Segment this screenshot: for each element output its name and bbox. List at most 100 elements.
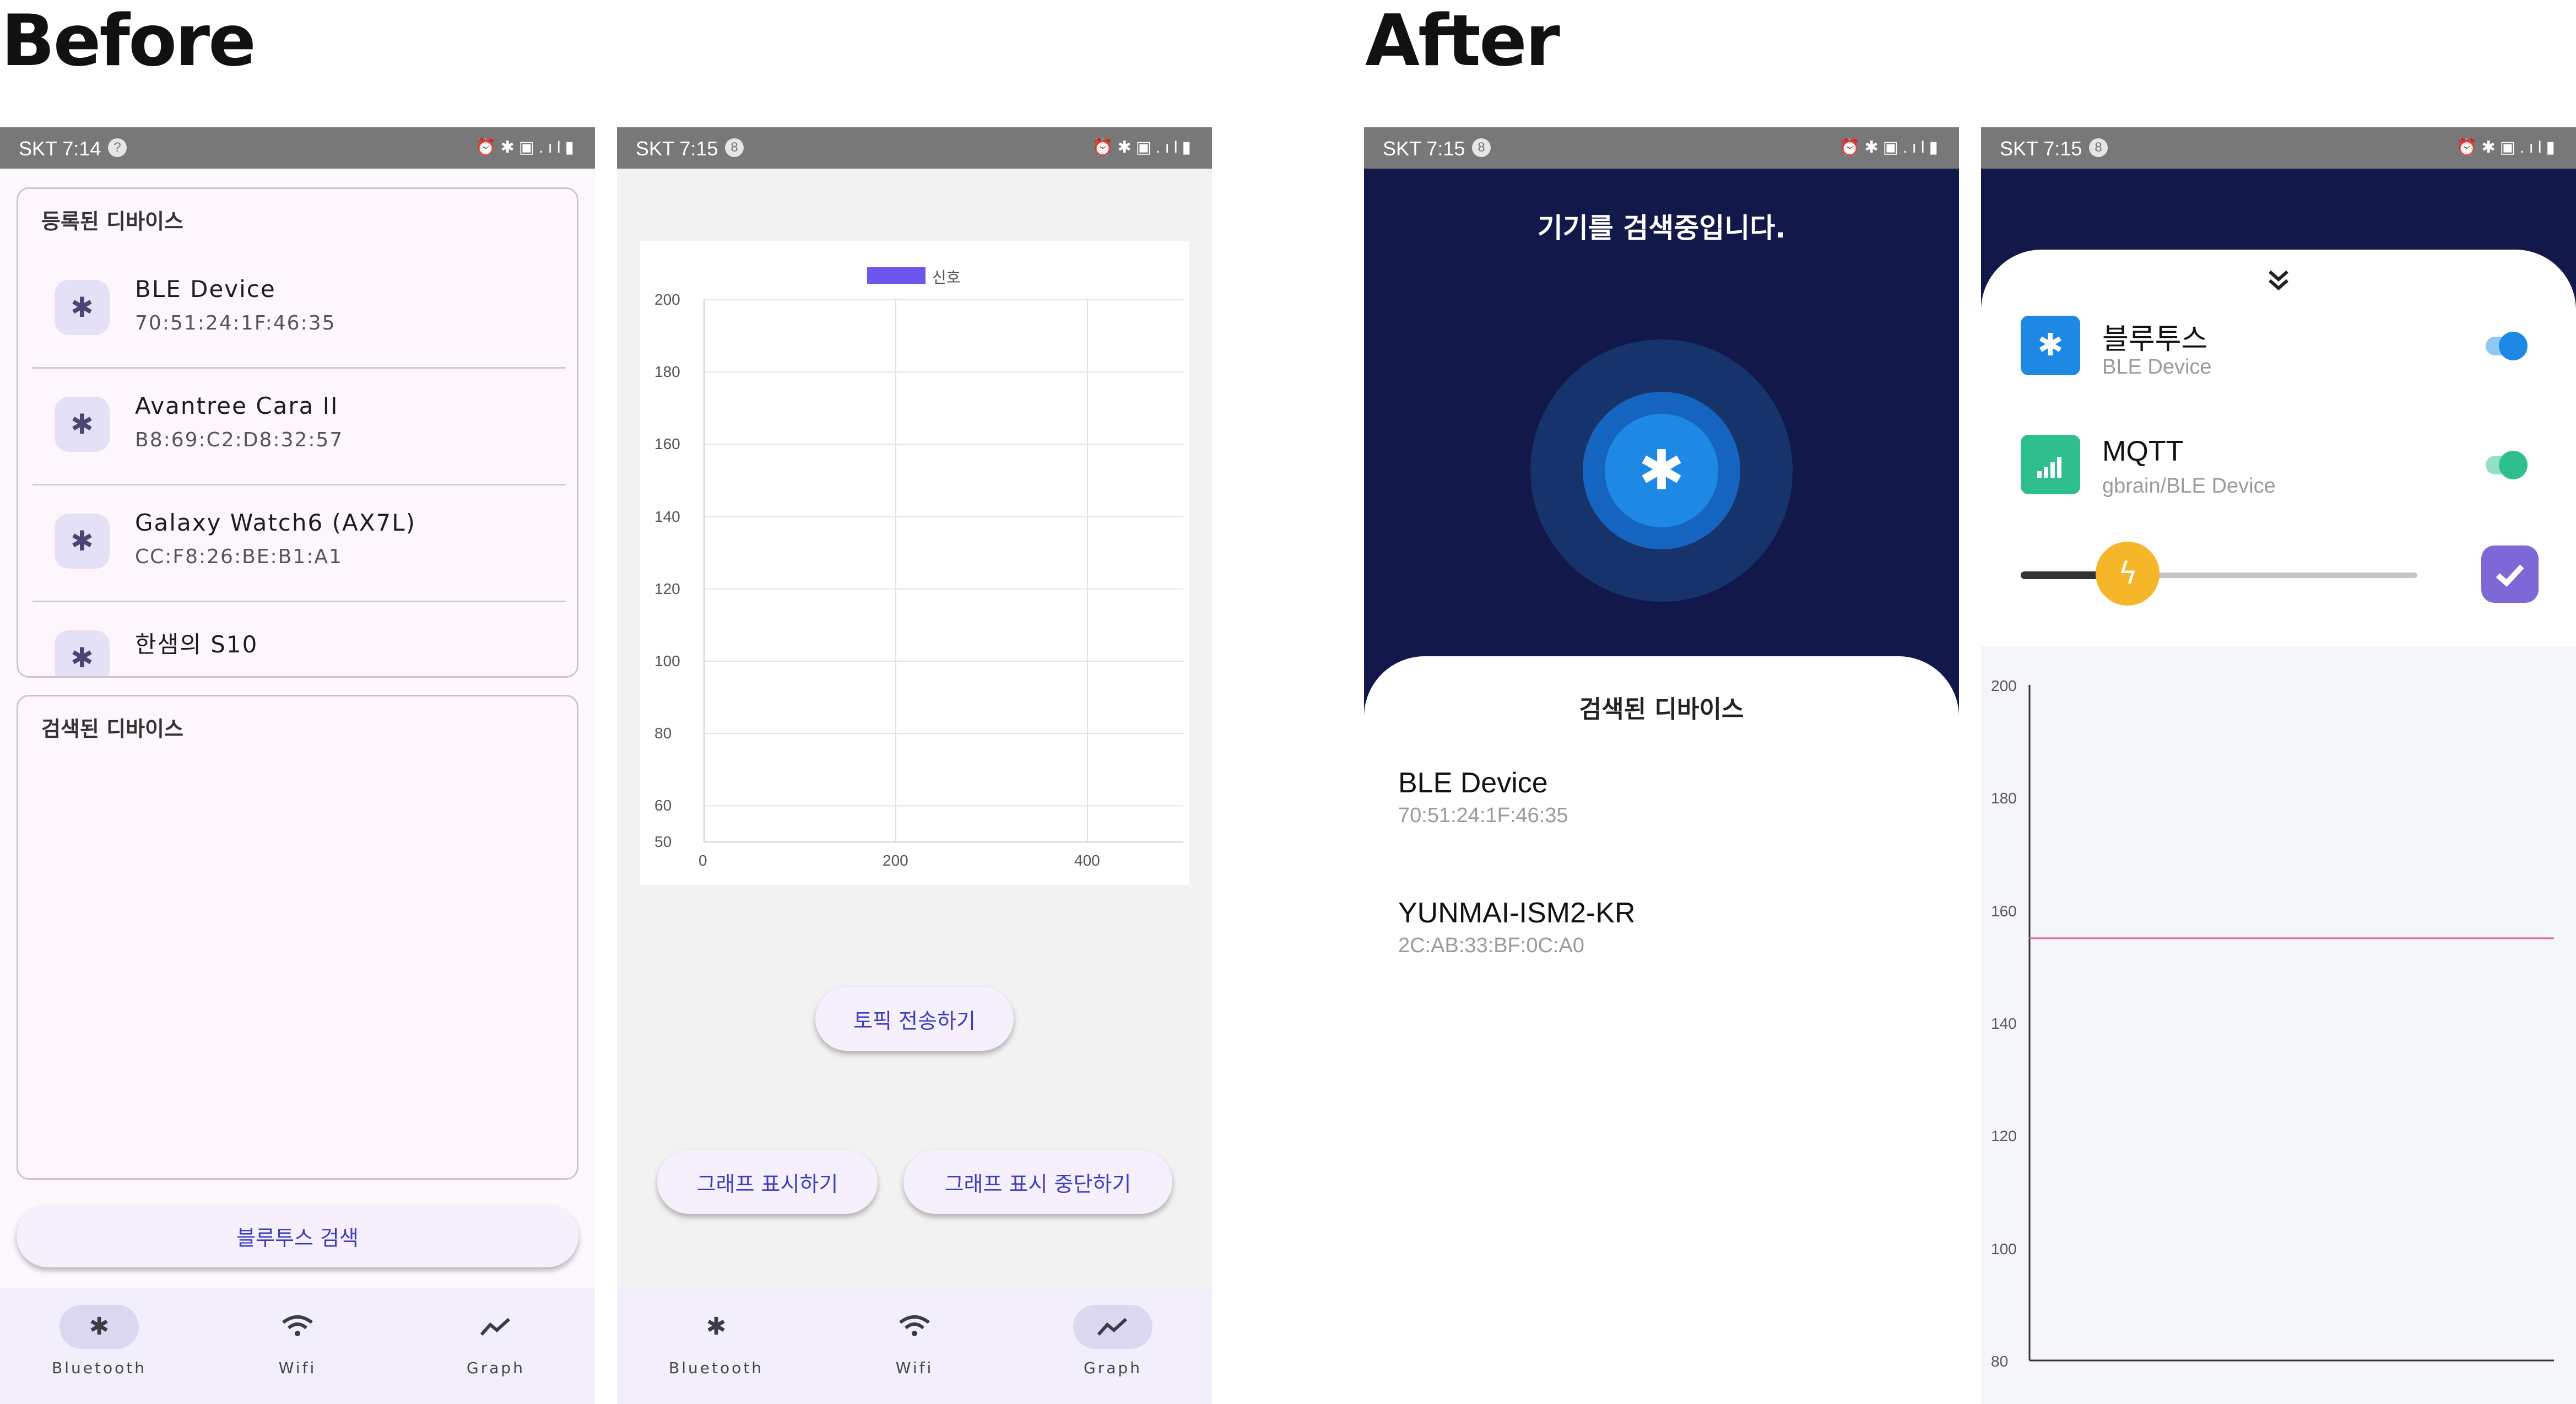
chart-legend-label: 신호 (932, 269, 961, 286)
device-mac: CC:F8:26:BE:B1:A1 (135, 546, 343, 568)
y-tick-label: 80 (654, 725, 672, 742)
status-time: SKT 7:14 (19, 137, 101, 160)
signal-bars-icon (2021, 435, 2080, 494)
y-tick-label: 100 (654, 652, 680, 669)
nav-label: Graph (1084, 1359, 1142, 1377)
notification-badge: 8 (725, 138, 744, 157)
bluetooth-icon: ✱ (55, 397, 110, 452)
notification-badge: ? (108, 138, 127, 157)
stop-graph-button[interactable]: 그래프 표시 중단하기 (903, 1150, 1172, 1214)
bluetooth-icon: ✱ (55, 514, 110, 569)
nav-label: Wifi (895, 1359, 934, 1377)
x-tick-label: 200 (883, 852, 908, 869)
y-tick-label: 200 (654, 291, 680, 308)
bluetooth-title: 블루투스 (2102, 323, 2208, 356)
wifi-icon (258, 1305, 337, 1349)
status-time: SKT 7:15 (1383, 137, 1465, 160)
device-name: Galaxy Watch6 (AX7L) (135, 509, 416, 536)
y-tick-label: 140 (1991, 1015, 2017, 1032)
bluetooth-row: ✱ 블루투스 BLE Device (1981, 316, 2576, 404)
status-time: SKT 7:15 (2000, 137, 2082, 160)
before-heading: Before (1, 0, 256, 82)
y-tick-label: 100 (1991, 1240, 2017, 1257)
graph-icon (1073, 1305, 1152, 1349)
y-tick-label: 60 (654, 797, 672, 814)
registered-devices-title: 등록된 디바이스 (41, 209, 183, 234)
status-bar: SKT 7:15 8 ⏰✱▣.ıl▮ (1981, 127, 2576, 169)
bottom-nav: ✱ Bluetooth Wifi Graph (0, 1288, 595, 1404)
bluetooth-icon: ✱ (2021, 316, 2080, 375)
toggle-knob (2499, 332, 2528, 360)
device-name: BLE Device (135, 276, 276, 303)
mqtt-title: MQTT (2102, 435, 2184, 467)
signal-chart: 신호 200 180 160 140 120 100 80 60 50 0 200 400 (640, 241, 1189, 885)
nav-graph[interactable]: Graph (1058, 1288, 1168, 1404)
status-icons: ⏰✱▣.ıl▮ (1839, 138, 1942, 156)
x-tick-label: 0 (699, 852, 707, 869)
after-heading: After (1365, 0, 1560, 82)
device-name: Avantree Cara II (135, 392, 339, 419)
status-icons: ⏰✱▣.ıl▮ (1092, 138, 1195, 156)
device-row[interactable]: ✱ Avantree Cara II B8:69:C2:D8:32:57 (33, 367, 566, 485)
nav-graph[interactable]: Graph (441, 1288, 551, 1404)
y-tick-label: 180 (1991, 790, 2017, 807)
status-icons: ⏰✱▣.ıl▮ (2456, 138, 2559, 156)
bluetooth-search-button[interactable]: 블루투스 검색 (17, 1205, 578, 1267)
y-tick-label: 160 (1991, 902, 2017, 920)
device-name: BLE Device (1398, 767, 1548, 799)
bluetooth-subtitle: BLE Device (2102, 355, 2212, 379)
check-icon[interactable] (2481, 546, 2539, 603)
device-row[interactable]: ✱ Galaxy Watch6 (AX7L) CC:F8:26:BE:B1:A1 (33, 484, 566, 602)
mqtt-toggle[interactable] (2486, 451, 2528, 479)
threshold-slider[interactable]: ϟ (2021, 542, 2417, 608)
device-mac: B8:69:C2:D8:32:57 (135, 429, 344, 451)
y-tick-label: 120 (654, 580, 680, 597)
device-mac: 70:51:24:1F:46:35 (135, 312, 336, 334)
device-row[interactable]: ✱ BLE Device 70:51:24:1F:46:35 (33, 250, 566, 369)
bottom-nav: ✱ Bluetooth Wifi Graph (617, 1288, 1212, 1404)
y-tick-label: 200 (1991, 677, 2017, 694)
screen-after-control: SKT 7:15 8 ⏰✱▣.ıl▮ ✱ 블루투스 BLE Device MQT… (1981, 127, 2576, 1404)
chevron-down-icon[interactable] (2262, 263, 2295, 296)
toggle-knob (2499, 451, 2528, 479)
searching-panel: 기기를 검색중입니다. ✱ (1364, 169, 1959, 742)
signal-chart-plot (703, 299, 1183, 843)
lightning-icon[interactable]: ϟ (2096, 542, 2160, 606)
found-device-row[interactable]: YUNMAI-ISM2-KR 2C:AB:33:BF:0C:A0 (1364, 897, 1959, 1007)
searched-devices-title: 검색된 디바이스 (41, 717, 183, 741)
found-devices-sheet: 검색된 디바이스 BLE Device 70:51:24:1F:46:35 YU… (1364, 656, 1959, 1404)
mqtt-row: MQTT gbrain/BLE Device (1981, 435, 2576, 523)
screen-after-searching: SKT 7:15 8 ⏰✱▣.ıl▮ 기기를 검색중입니다. ✱ 검색된 디바이… (1364, 127, 1959, 1404)
bluetooth-icon: ✱ (55, 280, 110, 335)
nav-wifi[interactable]: Wifi (859, 1288, 970, 1404)
show-graph-button[interactable]: 그래프 표시하기 (657, 1150, 878, 1214)
device-name: 한샘의 S10 (135, 631, 258, 658)
x-tick-label: 400 (1074, 852, 1100, 869)
found-device-row[interactable]: BLE Device 70:51:24:1F:46:35 (1364, 766, 1959, 877)
status-bar: SKT 7:15 8 ⏰✱▣.ıl▮ (617, 127, 1212, 169)
searched-devices-card: 검색된 디바이스 (17, 695, 578, 1180)
bluetooth-toggle[interactable] (2486, 332, 2528, 360)
nav-label: Graph (467, 1359, 525, 1377)
found-devices-title: 검색된 디바이스 (1579, 695, 1744, 723)
device-row[interactable]: ✱ 한샘의 S10 (33, 601, 566, 676)
send-topic-button[interactable]: 토픽 전송하기 (815, 987, 1014, 1051)
device-mac: 2C:AB:33:BF:0C:A0 (1398, 934, 1584, 957)
notification-badge: 8 (1472, 138, 1491, 157)
bluetooth-icon: ✱ (706, 1313, 727, 1341)
nav-bluetooth[interactable]: ✱ Bluetooth (44, 1288, 154, 1404)
notification-badge: 8 (2089, 138, 2108, 157)
bluetooth-icon: ✱ (59, 1305, 139, 1349)
screen-before-graph: SKT 7:15 8 ⏰✱▣.ıl▮ 신호 200 180 160 140 120 100… (617, 127, 1212, 1404)
control-sheet: ✱ 블루투스 BLE Device MQTT gbrain/BLE Device… (1981, 250, 2576, 646)
nav-wifi[interactable]: Wifi (242, 1288, 353, 1404)
y-tick-label: 160 (654, 435, 680, 453)
mqtt-subtitle: gbrain/BLE Device (2102, 474, 2276, 498)
nav-label: Bluetooth (669, 1359, 764, 1377)
searching-title: 기기를 검색중입니다. (1537, 212, 1786, 244)
wifi-icon (875, 1305, 954, 1349)
nav-bluetooth[interactable]: ✱ Bluetooth (661, 1288, 771, 1404)
registered-devices-card: 등록된 디바이스 ✱ BLE Device 70:51:24:1F:46:35 … (17, 187, 578, 678)
bluetooth-icon: ✱ (1605, 414, 1718, 527)
y-tick-label: 140 (654, 507, 680, 525)
